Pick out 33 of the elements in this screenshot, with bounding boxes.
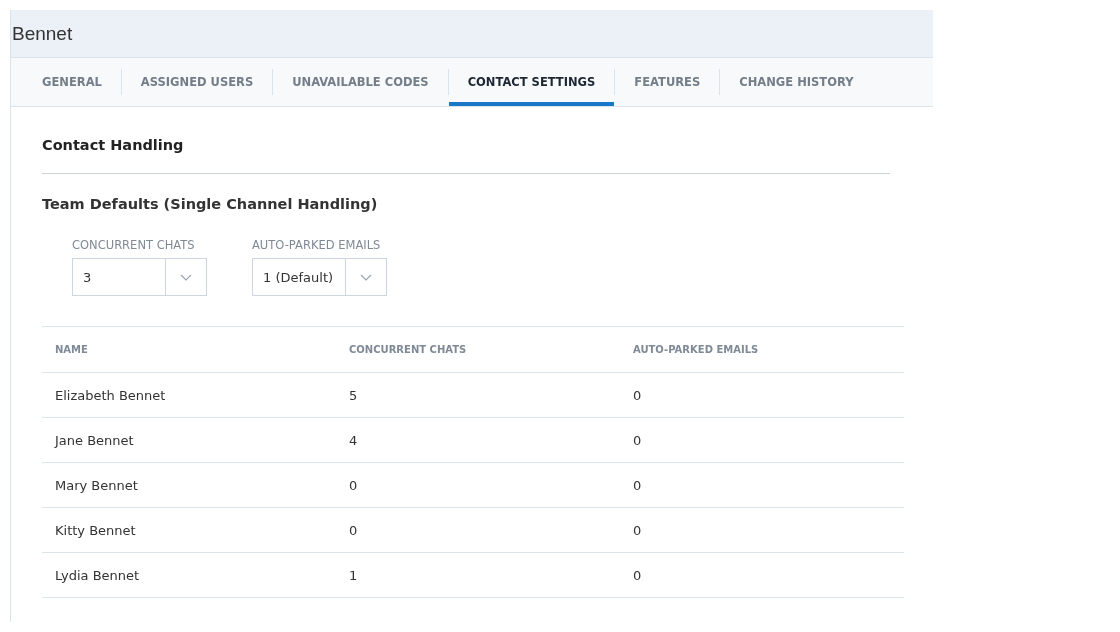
column-header: NAME xyxy=(55,344,88,355)
table-cell: 0 xyxy=(633,432,642,448)
page-title: Bennet xyxy=(12,22,73,45)
subsection-title: Team Defaults (Single Channel Handling) xyxy=(42,196,379,212)
table-cell: 4 xyxy=(349,432,358,448)
table-cell: 0 xyxy=(633,477,642,493)
table-cell: Kitty Bennet xyxy=(55,522,136,538)
table-cell: 5 xyxy=(349,387,358,403)
table-cell: Mary Bennet xyxy=(55,477,138,493)
table-cell: 0 xyxy=(349,522,358,538)
dropdown[interactable]: 3 xyxy=(72,258,207,296)
table-cell: 0 xyxy=(349,477,358,493)
dropdown-label: AUTO-PARKED EMAILS xyxy=(252,238,382,252)
tab[interactable]: CHANGE HISTORY xyxy=(720,58,873,106)
section-title: Contact Handling xyxy=(42,137,185,153)
table-cell: 1 xyxy=(349,567,358,583)
dropdown[interactable]: 1 (Default) xyxy=(252,258,387,296)
table-cell: Jane Bennet xyxy=(55,432,134,448)
dropdown-label: CONCURRENT CHATS xyxy=(72,238,196,252)
tab[interactable]: UNAVAILABLE CODES xyxy=(273,58,448,106)
tab[interactable]: ASSIGNED USERS xyxy=(121,58,273,106)
table-cell: 0 xyxy=(633,567,642,583)
table-cell: Elizabeth Bennet xyxy=(55,387,166,403)
tab[interactable]: FEATURES xyxy=(615,58,720,106)
table-cell: 0 xyxy=(633,387,642,403)
chevron-down-icon xyxy=(360,273,372,281)
tab[interactable]: GENERAL xyxy=(23,58,121,106)
table-cell: 0 xyxy=(633,522,642,538)
column-header: CONCURRENT CHATS xyxy=(349,344,467,355)
chevron-down-icon xyxy=(180,273,192,281)
tab[interactable]: CONTACT SETTINGS xyxy=(448,58,615,106)
table-cell: Lydia Bennet xyxy=(55,567,140,583)
column-header: AUTO-PARKED EMAILS xyxy=(633,344,759,355)
